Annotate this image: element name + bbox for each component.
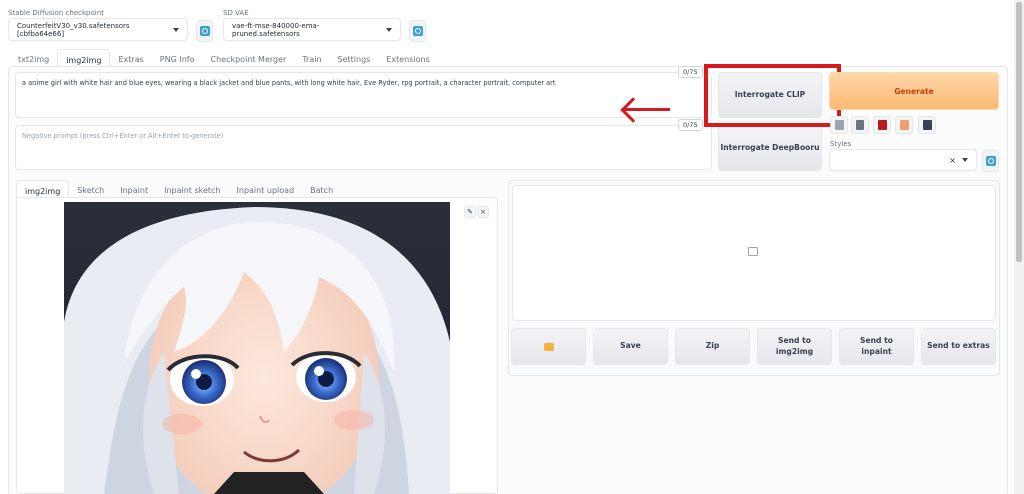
trash-icon (856, 120, 864, 130)
styles-label: Styles (830, 140, 852, 148)
chevron-down-icon (386, 27, 392, 32)
clear-prompt-button[interactable] (851, 116, 869, 134)
prompt-input[interactable]: a anime girl with white hair and blue ey… (15, 72, 712, 118)
checkpoint-value: CounterfeitV30_v30.safetensors [cbfba64e… (17, 21, 130, 38)
input-image (64, 202, 450, 494)
folder-icon (543, 342, 554, 351)
save-style-button[interactable] (918, 116, 936, 134)
chevron-down-icon (962, 158, 968, 162)
refresh-icon (412, 26, 423, 36)
edit-icon: ✎ (467, 208, 473, 216)
chevron-down-icon (173, 27, 179, 32)
prompt-token-counter: 0/75 (678, 66, 703, 78)
refresh-checkpoint-button[interactable] (196, 20, 213, 42)
checkpoint-dropdown[interactable]: CounterfeitV30_v30.safetensors [cbfba64e… (8, 18, 188, 41)
refresh-styles-button[interactable] (982, 150, 999, 172)
page-scrollbar[interactable] (1014, 0, 1024, 494)
anime-portrait-image (64, 202, 450, 494)
send-to-img2img-button[interactable]: Send to img2img (757, 328, 832, 365)
send-to-inpaint-button[interactable]: Send to inpaint (839, 328, 914, 365)
zip-button[interactable]: Zip (675, 328, 750, 365)
refresh-icon (199, 26, 210, 36)
vae-value: vae-ft-mse-840000-ema-pruned.safetensors (232, 21, 320, 38)
image-placeholder-icon (748, 247, 758, 256)
generate-button[interactable]: Generate (829, 72, 999, 110)
vae-label: SD VAE (223, 9, 249, 17)
vae-dropdown[interactable]: vae-ft-mse-840000-ema-pruned.safetensors (223, 18, 401, 41)
checkpoint-label: Stable Diffusion checkpoint (8, 9, 104, 17)
clipboard-icon (899, 120, 909, 130)
paste-icon (834, 120, 844, 130)
interrogate-deepbooru-button[interactable]: Interrogate DeepBooru (718, 125, 822, 171)
apply-style-button[interactable] (895, 116, 913, 134)
styles-dropdown[interactable]: × (829, 149, 977, 171)
book-icon (877, 120, 887, 130)
open-folder-button[interactable] (511, 328, 586, 365)
remove-image-button[interactable]: × (477, 206, 489, 218)
annotation-highlight-box (704, 64, 841, 127)
send-to-extras-button[interactable]: Send to extras (921, 328, 996, 365)
refresh-icon (985, 156, 996, 166)
edit-image-button[interactable]: ✎ (464, 206, 476, 218)
close-icon: × (480, 208, 486, 216)
paste-button[interactable] (830, 116, 848, 134)
clear-icon[interactable]: × (949, 156, 956, 165)
save-button[interactable]: Save (593, 328, 668, 365)
negative-token-counter: 0/75 (678, 119, 703, 131)
scrollbar-thumb[interactable] (1016, 2, 1022, 262)
negative-prompt-input[interactable]: Negative prompt (press Ctrl+Enter or Alt… (15, 125, 712, 170)
save-icon (922, 120, 932, 130)
extra-networks-button[interactable] (873, 116, 891, 134)
refresh-vae-button[interactable] (409, 20, 426, 42)
